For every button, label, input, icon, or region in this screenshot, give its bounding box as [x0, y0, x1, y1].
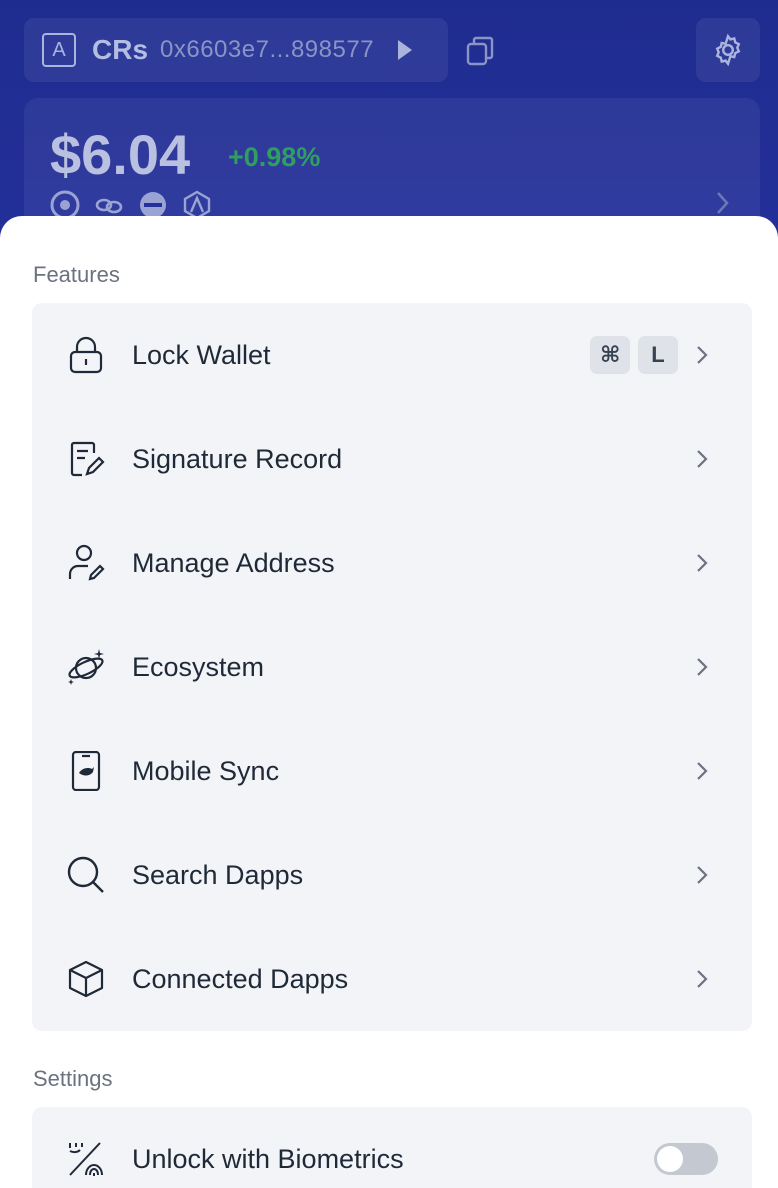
menu-item-manage-address[interactable]: Manage Address: [32, 511, 752, 615]
chevron-right-icon: [697, 658, 708, 676]
menu-item-connected-dapps[interactable]: Connected Dapps: [32, 927, 752, 1031]
features-title: Features: [33, 262, 120, 287]
play-icon: [398, 40, 413, 60]
setting-item-biometrics: Unlock with Biometrics: [32, 1107, 752, 1188]
total-balance: $6.04: [50, 123, 191, 186]
chevron-right-icon: [697, 554, 708, 572]
menu-item-ecosystem[interactable]: Ecosystem: [32, 615, 752, 719]
menu-sheet: Features Lock Wallet ⌘ L Signature Recor…: [0, 216, 778, 1188]
setting-item-label: Unlock with Biometrics: [132, 1143, 404, 1174]
menu-item-label: Connected Dapps: [132, 963, 349, 994]
account-name: CRs: [92, 34, 149, 65]
toggle-knob: [657, 1146, 683, 1172]
settings-button[interactable]: [696, 18, 760, 82]
menu-item-label: Lock Wallet: [132, 339, 271, 370]
menu-item-label: Mobile Sync: [132, 755, 280, 786]
settings-title: Settings: [33, 1066, 113, 1091]
chevron-right-icon: [697, 762, 708, 780]
user-edit-icon: [68, 544, 105, 581]
account-badge: A: [42, 33, 76, 67]
chevron-right-icon: [717, 192, 729, 214]
mobile-icon: [71, 751, 101, 791]
account-selector[interactable]: A CRs 0x6603e7...898577: [24, 18, 448, 82]
chevron-right-icon: [697, 970, 708, 988]
gear-icon: [715, 33, 741, 67]
menu-item-lock-wallet[interactable]: Lock Wallet ⌘ L: [32, 303, 752, 407]
features-group: Lock Wallet ⌘ L Signature Record Manage …: [32, 303, 752, 1031]
balance-change: +0.98%: [228, 142, 321, 172]
settings-group: Unlock with Biometrics: [32, 1107, 752, 1188]
menu-item-label: Search Dapps: [132, 859, 304, 890]
menu-item-label: Ecosystem: [132, 651, 265, 682]
fingerprint-icon: [69, 1142, 103, 1176]
shortcut-key-l: L: [638, 336, 678, 374]
chevron-right-icon: [697, 346, 708, 364]
menu-item-search-dapps[interactable]: Search Dapps: [32, 823, 752, 927]
biometrics-toggle[interactable]: [654, 1143, 718, 1175]
menu-item-signature-record[interactable]: Signature Record: [32, 407, 752, 511]
lock-icon: [69, 336, 103, 374]
search-icon: [67, 856, 104, 893]
account-address: 0x6603e7...898577: [160, 36, 375, 63]
menu-item-label: Manage Address: [132, 547, 335, 578]
chevron-right-icon: [697, 450, 708, 468]
cube-icon: [68, 960, 104, 998]
chevron-right-icon: [697, 866, 708, 884]
menu-item-label: Signature Record: [132, 443, 343, 474]
menu-item-mobile-sync[interactable]: Mobile Sync: [32, 719, 752, 823]
copy-icon[interactable]: [464, 34, 498, 68]
shortcut-key-cmd: ⌘: [590, 336, 631, 374]
planet-icon: [68, 649, 104, 685]
signature-record-icon: [70, 441, 105, 477]
